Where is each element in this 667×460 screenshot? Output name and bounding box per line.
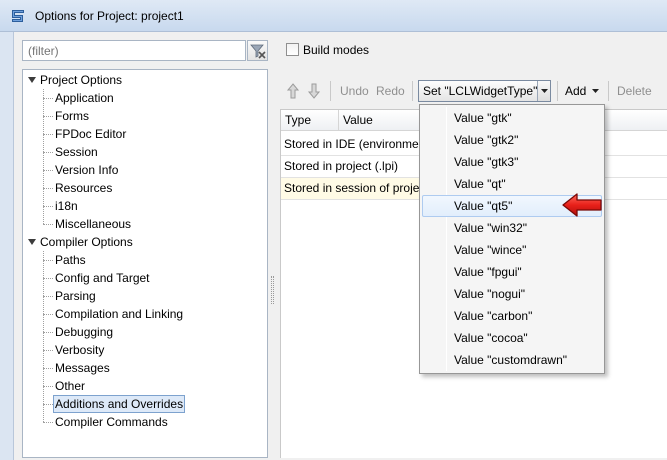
toolbar-separator [330,81,331,101]
collapse-triangle-icon[interactable] [27,237,37,247]
add-chevron-down-icon[interactable] [592,89,599,93]
add-button[interactable]: Add [565,84,586,98]
toolbar-separator [557,81,558,101]
dropdown-menu-item[interactable]: Value "gtk3" [422,151,602,173]
tree-connector [43,332,53,333]
tree-item[interactable]: i18n [55,197,78,215]
tree-item[interactable]: Messages [55,359,110,377]
chevron-down-icon [541,89,548,93]
tree-connector [43,89,44,224]
tree-item[interactable]: Miscellaneous [55,215,131,233]
type-cell: Stored in session of project [281,178,421,199]
title-bar: Options for Project: project1 [0,0,667,32]
dropdown-menu-item[interactable]: Value "wince" [422,239,602,261]
set-property-label: Set "LCLWidgetType" [423,84,538,98]
panel-splitter[interactable] [268,69,278,458]
build-modes-checkbox[interactable] [286,43,299,56]
tree-item[interactable]: Debugging [55,323,113,341]
tree-group-compiler-options[interactable]: Compiler Options [40,233,133,251]
tree-item[interactable]: Session [55,143,98,161]
set-value-dropdown-menu: Value "gtk" Value "gtk2" Value "gtk3" Value… [419,104,605,374]
tree-item[interactable]: Resources [55,179,112,197]
tree-item[interactable]: Paths [55,251,86,269]
tree-connector [43,98,53,99]
dropdown-menu-item[interactable]: Value "win32" [422,217,602,239]
tree-item[interactable]: FPDoc Editor [55,125,126,143]
dropdown-menu-item[interactable]: Value "nogui" [422,283,602,305]
tree-group-project-options[interactable]: Project Options [40,71,122,89]
toolbar: Undo Redo Set "LCLWidgetType" Add Delete [280,79,667,103]
tree-item[interactable]: Parsing [55,287,96,305]
tree-item[interactable]: Application [55,89,114,107]
column-header-type[interactable]: Type [281,110,339,131]
tree-item[interactable]: Version Info [55,161,118,179]
tree-connector [43,170,53,171]
tree-connector [43,188,53,189]
tree-connector [43,296,53,297]
tree-connector [43,224,53,225]
type-cell: Stored in project (.lpi) [281,156,421,177]
tree-item[interactable]: Config and Target [55,269,150,287]
window-frame-edge [0,32,14,460]
tree-item[interactable]: Forms [55,107,89,125]
tree-item[interactable]: Additions and Overrides [53,395,186,413]
build-modes-label: Build modes [303,43,370,57]
clear-filter-button[interactable] [247,40,268,61]
filter-input[interactable] [22,40,246,61]
tree-connector [43,260,53,261]
tree-connector [43,152,53,153]
tree-connector [43,116,53,117]
tree-connector [43,350,53,351]
tree-connector [43,134,53,135]
collapse-triangle-icon[interactable] [27,75,37,85]
red-arrow-icon [562,193,602,217]
dropdown-menu-item[interactable]: Value "fpgui" [422,261,602,283]
tree-connector [43,404,53,405]
tree-item[interactable]: Other [55,377,85,395]
tree-connector [43,314,53,315]
delete-button[interactable]: Delete [617,84,652,98]
dropdown-menu-item[interactable]: Value "customdrawn" [422,349,602,371]
dropdown-menu-item[interactable]: Value "gtk2" [422,129,602,151]
set-property-dropdown-button[interactable] [537,81,550,101]
redo-button[interactable]: Redo [376,84,405,98]
tree-connector [43,422,53,423]
tree-item[interactable]: Compiler Commands [55,413,168,431]
dropdown-menu-item[interactable]: Value "gtk" [422,107,602,129]
tree-connector [43,368,53,369]
window-title: Options for Project: project1 [35,9,184,23]
toolbar-separator [608,81,609,101]
type-cell: Stored in IDE (environment) [281,134,421,155]
tree-connector [43,251,44,422]
tree-connector [43,206,53,207]
move-up-icon[interactable] [286,83,300,99]
toolbar-separator [412,81,413,101]
dropdown-menu-item[interactable]: Value "carbon" [422,305,602,327]
tree-connector [43,386,53,387]
splitter-grip[interactable] [271,276,274,304]
tree-connector [43,278,53,279]
filter-clear-icon [250,44,266,59]
move-down-icon[interactable] [307,83,321,99]
set-property-button[interactable]: Set "LCLWidgetType" [418,80,551,102]
undo-button[interactable]: Undo [340,84,369,98]
lazarus-app-icon [12,10,24,22]
dropdown-menu-item[interactable]: Value "cocoa" [422,327,602,349]
options-tree[interactable]: Project Options Application Forms FPDoc Edi… [22,69,268,458]
tree-item[interactable]: Verbosity [55,341,104,359]
tree-item[interactable]: Compilation and Linking [55,305,183,323]
